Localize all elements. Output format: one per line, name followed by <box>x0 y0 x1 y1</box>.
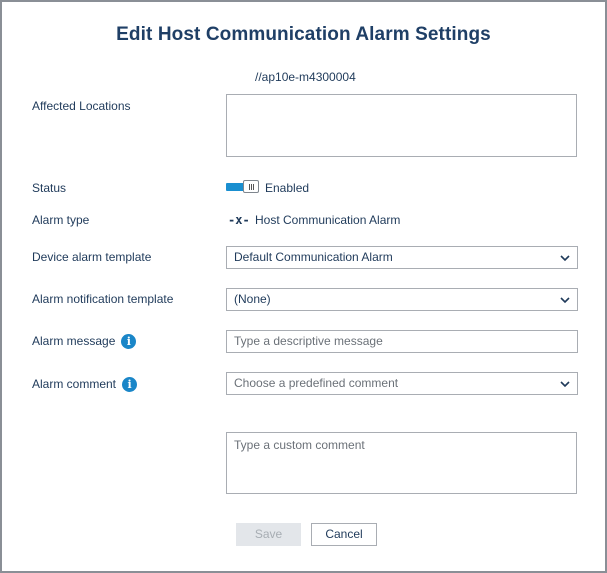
toggle-knob <box>243 180 259 193</box>
alarm-message-label-text: Alarm message <box>32 334 116 348</box>
edit-alarm-settings-dialog: Edit Host Communication Alarm Settings /… <box>0 0 607 573</box>
save-button[interactable]: Save <box>236 523 301 546</box>
alarm-comment-label: Alarm comment i <box>32 377 138 393</box>
alarm-comment-select[interactable]: Choose a predefined comment <box>226 372 578 395</box>
alarm-notification-template-label: Alarm notification template <box>32 292 174 306</box>
alarm-message-label: Alarm message i <box>32 334 137 350</box>
status-value: Enabled <box>265 181 310 195</box>
dialog-title: Edit Host Communication Alarm Settings <box>116 24 491 45</box>
info-icon[interactable]: i <box>122 377 138 393</box>
affected-locations-label: Affected Locations <box>32 99 131 113</box>
custom-comment-placeholder: Type a custom comment <box>234 438 365 452</box>
cancel-button[interactable]: Cancel <box>311 523 377 546</box>
alarm-message-input[interactable]: Type a descriptive message <box>226 330 578 353</box>
communication-alarm-icon: -x- <box>228 213 250 227</box>
device-alarm-template-label: Device alarm template <box>32 250 152 264</box>
info-icon[interactable]: i <box>121 334 137 350</box>
alarm-message-placeholder: Type a descriptive message <box>234 334 383 348</box>
chevron-down-icon <box>560 381 570 388</box>
affected-locations-box[interactable] <box>226 94 577 157</box>
alarm-comment-placeholder: Choose a predefined comment <box>234 376 399 390</box>
chevron-down-icon <box>560 255 570 262</box>
device-alarm-template-select[interactable]: Default Communication Alarm <box>226 246 578 269</box>
custom-comment-textarea[interactable]: Type a custom comment <box>226 432 577 494</box>
alarm-type-label: Alarm type <box>32 213 90 227</box>
status-label: Status <box>32 181 67 195</box>
chevron-down-icon <box>560 297 570 304</box>
alarm-notification-template-select[interactable]: (None) <box>226 288 578 311</box>
status-toggle[interactable] <box>226 180 261 194</box>
alarm-comment-label-text: Alarm comment <box>32 377 117 391</box>
device-alarm-template-value: Default Communication Alarm <box>234 250 393 264</box>
alarm-type-value: Host Communication Alarm <box>255 213 401 227</box>
location-path: //ap10e-m4300004 <box>255 70 356 84</box>
alarm-notification-template-value: (None) <box>234 292 271 306</box>
